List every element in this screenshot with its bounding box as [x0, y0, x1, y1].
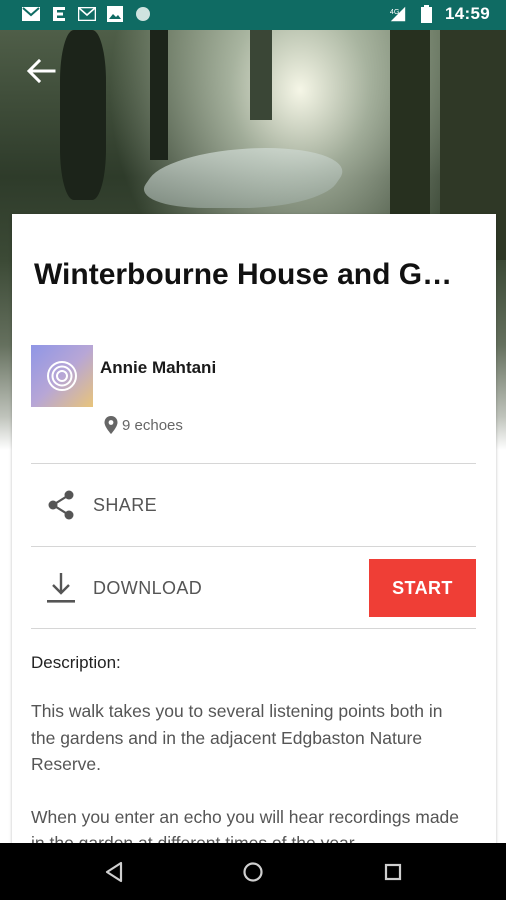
circle-app-icon — [134, 5, 152, 23]
recents-nav-button[interactable] — [380, 859, 406, 885]
e-app-icon — [50, 5, 68, 23]
ripple-icon — [47, 361, 77, 391]
mail-icon — [78, 5, 96, 23]
download-button[interactable]: DOWNLOAD — [93, 578, 202, 599]
share-button[interactable]: SHARE — [93, 495, 157, 516]
author-avatar[interactable] — [31, 345, 93, 407]
back-button[interactable] — [24, 54, 58, 88]
status-bar: 4G 14:59 — [0, 0, 506, 30]
share-row[interactable]: SHARE — [31, 465, 476, 545]
author-name[interactable]: Annie Mahtani — [100, 358, 216, 378]
circle-home-icon — [243, 862, 263, 882]
divider — [31, 463, 476, 464]
download-row: DOWNLOAD START — [31, 548, 476, 628]
walk-title: Winterbourne House and G… — [34, 258, 453, 291]
download-icon[interactable] — [41, 568, 81, 608]
description-heading: Description: — [31, 653, 121, 672]
svg-text:4G: 4G — [390, 7, 400, 16]
gmail-icon — [22, 5, 40, 23]
share-icon — [41, 485, 81, 525]
echo-count-label: 9 echoes — [122, 416, 183, 434]
battery-icon — [417, 5, 435, 23]
start-button[interactable]: START — [369, 559, 476, 617]
home-nav-button[interactable] — [240, 859, 266, 885]
square-recents-icon — [384, 863, 402, 881]
divider — [31, 546, 476, 547]
system-nav-bar — [0, 843, 506, 900]
description-paragraph: This walk takes you to several listening… — [31, 701, 443, 774]
walk-detail-card: Winterbourne House and G… Annie Mahtani … — [12, 214, 496, 854]
image-icon — [106, 5, 124, 23]
echo-count: 9 echoes — [104, 416, 183, 434]
back-nav-button[interactable] — [101, 859, 127, 885]
triangle-back-icon — [105, 861, 123, 883]
cellular-signal-icon: 4G — [389, 5, 407, 23]
divider — [31, 628, 476, 629]
clock: 14:59 — [445, 4, 490, 23]
arrow-left-icon — [26, 58, 56, 84]
location-pin-icon — [104, 416, 118, 434]
